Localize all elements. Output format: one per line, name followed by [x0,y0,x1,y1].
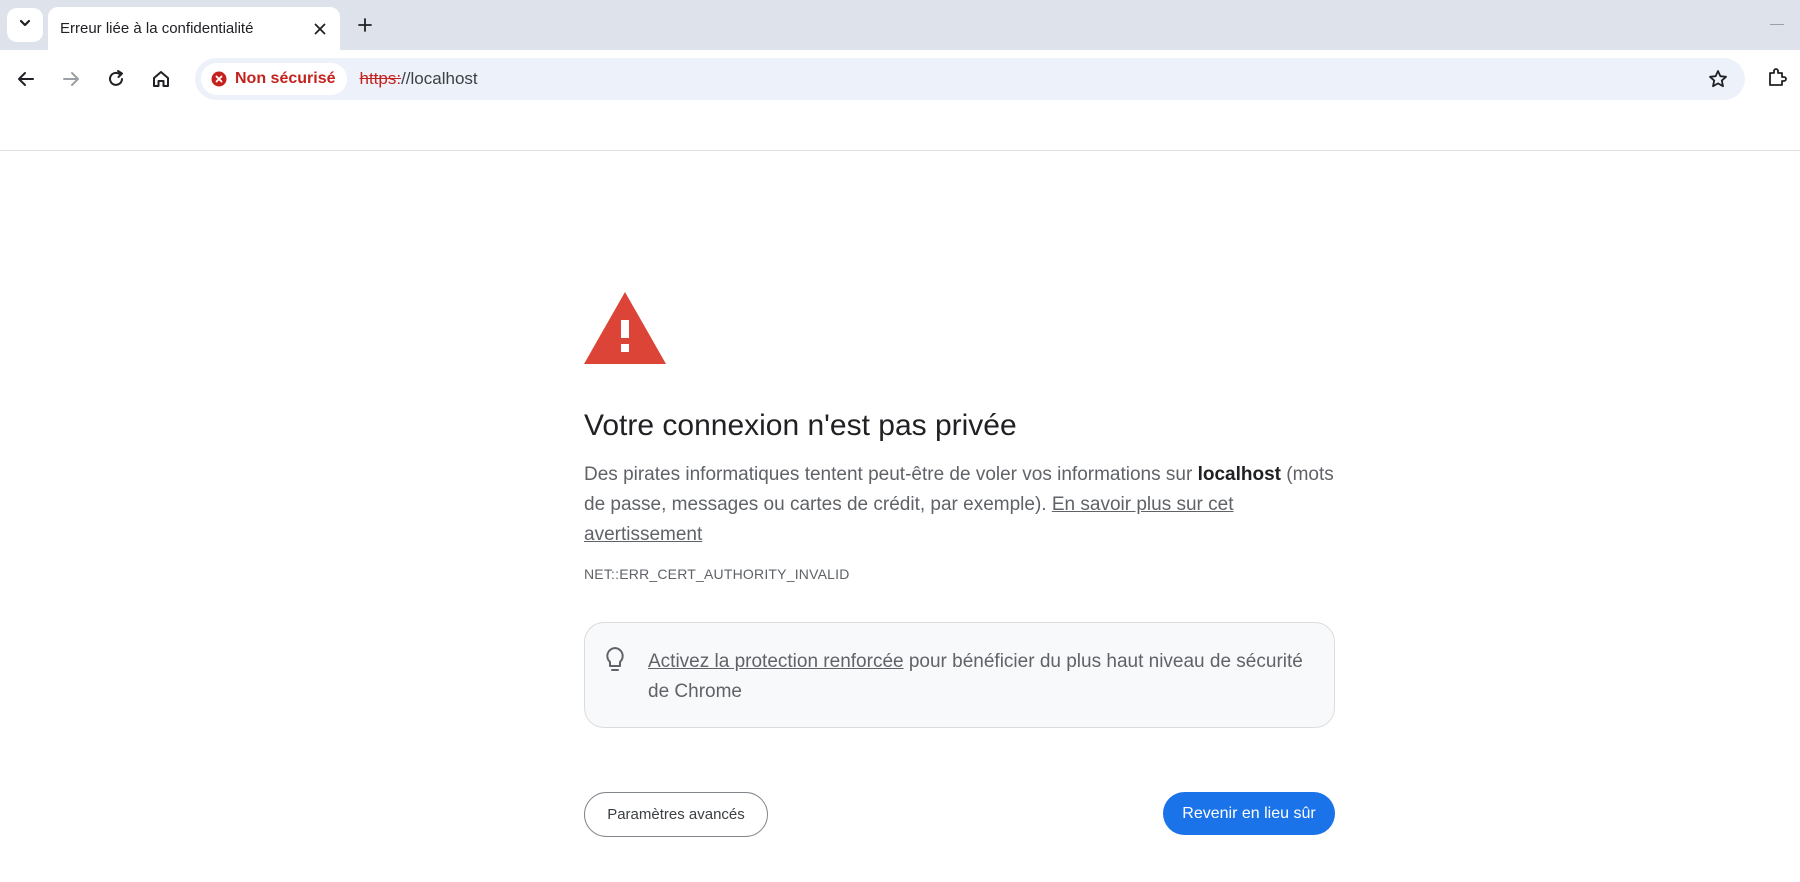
tab-close-button[interactable] [308,17,332,41]
security-chip-label: Non sécurisé [235,70,336,87]
tab-strip: Erreur liée à la confidentialité [0,0,1800,50]
lightbulb-icon [606,647,624,671]
home-icon [153,71,169,87]
new-tab-button[interactable] [350,10,380,40]
minimize-button[interactable] [1770,24,1784,25]
forward-button[interactable] [54,62,88,96]
description-host: localhost [1197,464,1281,485]
error-circle-icon [211,71,227,87]
arrow-right-icon [63,72,79,86]
close-icon [314,23,326,34]
description-text: Des pirates informatiques tentent peut-ê… [584,464,1198,485]
url-scheme: https: [359,69,402,88]
tab-search-button[interactable] [7,8,43,42]
star-icon [1709,70,1727,88]
tab-active[interactable]: Erreur liée à la confidentialité [48,7,340,50]
home-button[interactable] [144,62,178,96]
warning-description: Des pirates informatiques tentent peut-ê… [584,460,1335,550]
toolbar: Non sécurisé https://localhost [0,50,1800,108]
warning-triangle-icon [584,292,666,364]
bookmark-button[interactable] [1705,66,1731,92]
enhanced-protection-link[interactable]: Activez la protection renforcée [648,651,904,672]
security-chip[interactable]: Non sécurisé [201,63,348,95]
back-to-safety-button[interactable]: Revenir en lieu sûr [1163,792,1335,835]
enhanced-protection-tip: Activez la protection renforcée pour bén… [584,622,1335,728]
action-buttons: Paramètres avancés Revenir en lieu sûr [584,792,1335,837]
tab-title: Erreur liée à la confidentialité [60,20,254,37]
url-host: //localhost [401,69,478,88]
back-button[interactable] [9,62,43,96]
advanced-settings-button[interactable]: Paramètres avancés [584,792,768,837]
url-text[interactable]: https://localhost [359,69,477,89]
arrow-left-icon [18,72,34,86]
error-code: NET::ERR_CERT_AUTHORITY_INVALID [584,566,850,582]
interstitial-content: Votre connexion n'est pas privée Des pir… [584,292,1335,837]
reload-button[interactable] [99,62,133,96]
extensions-button[interactable] [1762,62,1792,92]
puzzle-icon [1769,68,1787,86]
page-title: Votre connexion n'est pas privée [584,409,1017,442]
omnibox[interactable]: Non sécurisé https://localhost [195,58,1745,100]
plus-icon [358,18,372,32]
chevron-down-icon [18,16,32,35]
reload-icon [109,70,123,86]
toolbar-divider [0,150,1800,151]
